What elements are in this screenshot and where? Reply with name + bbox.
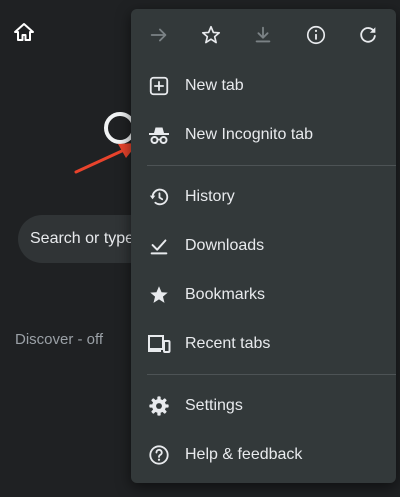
download-icon — [256, 26, 271, 43]
refresh-icon — [360, 27, 376, 43]
menu-item-downloads[interactable]: Downloads — [131, 221, 396, 270]
menu-item-help-feedback[interactable]: Help & feedback — [131, 430, 396, 479]
bookmark-button[interactable] — [191, 15, 231, 55]
menu-divider — [147, 374, 396, 375]
menu-item-history[interactable]: History — [131, 172, 396, 221]
menu-divider — [147, 165, 396, 166]
bookmarks-star-icon — [147, 283, 171, 307]
menu-item-new-incognito-tab[interactable]: New Incognito tab — [131, 110, 396, 159]
search-placeholder: Search or type — [30, 230, 135, 247]
history-icon — [147, 185, 171, 209]
menu-item-settings[interactable]: Settings — [131, 381, 396, 430]
downloads-check-icon — [147, 234, 171, 258]
menu-item-bookmarks[interactable]: Bookmarks — [131, 270, 396, 319]
refresh-button[interactable] — [348, 15, 388, 55]
menu-toolbar — [131, 9, 396, 61]
menu-item-label: Bookmarks — [185, 285, 266, 303]
bookmark-star-icon — [202, 25, 221, 44]
home-icon — [14, 23, 34, 41]
menu-item-recent-tabs[interactable]: Recent tabs — [131, 319, 396, 368]
discover-label: Discover - off — [15, 331, 104, 348]
incognito-icon — [147, 123, 171, 147]
devices-icon — [147, 332, 171, 356]
menu-item-new-tab[interactable]: New tab — [131, 61, 396, 110]
menu-item-label: Settings — [185, 396, 243, 414]
new-tab-icon — [147, 74, 171, 98]
forward-icon — [150, 28, 167, 42]
forward-button[interactable] — [139, 15, 179, 55]
settings-gear-icon — [147, 394, 171, 418]
overflow-menu: New tab New Incognito tab History Downlo… — [131, 9, 396, 483]
home-button[interactable] — [12, 20, 36, 44]
download-button[interactable] — [243, 15, 283, 55]
menu-item-label: Help & feedback — [185, 445, 303, 463]
menu-item-label: Recent tabs — [185, 334, 271, 352]
info-icon — [306, 25, 325, 45]
page-info-button[interactable] — [296, 15, 336, 55]
menu-item-label: Downloads — [185, 236, 265, 254]
help-question-icon — [147, 443, 171, 467]
menu-item-label: History — [185, 187, 235, 205]
menu-item-label: New tab — [185, 76, 244, 94]
menu-item-label: New Incognito tab — [185, 125, 314, 143]
